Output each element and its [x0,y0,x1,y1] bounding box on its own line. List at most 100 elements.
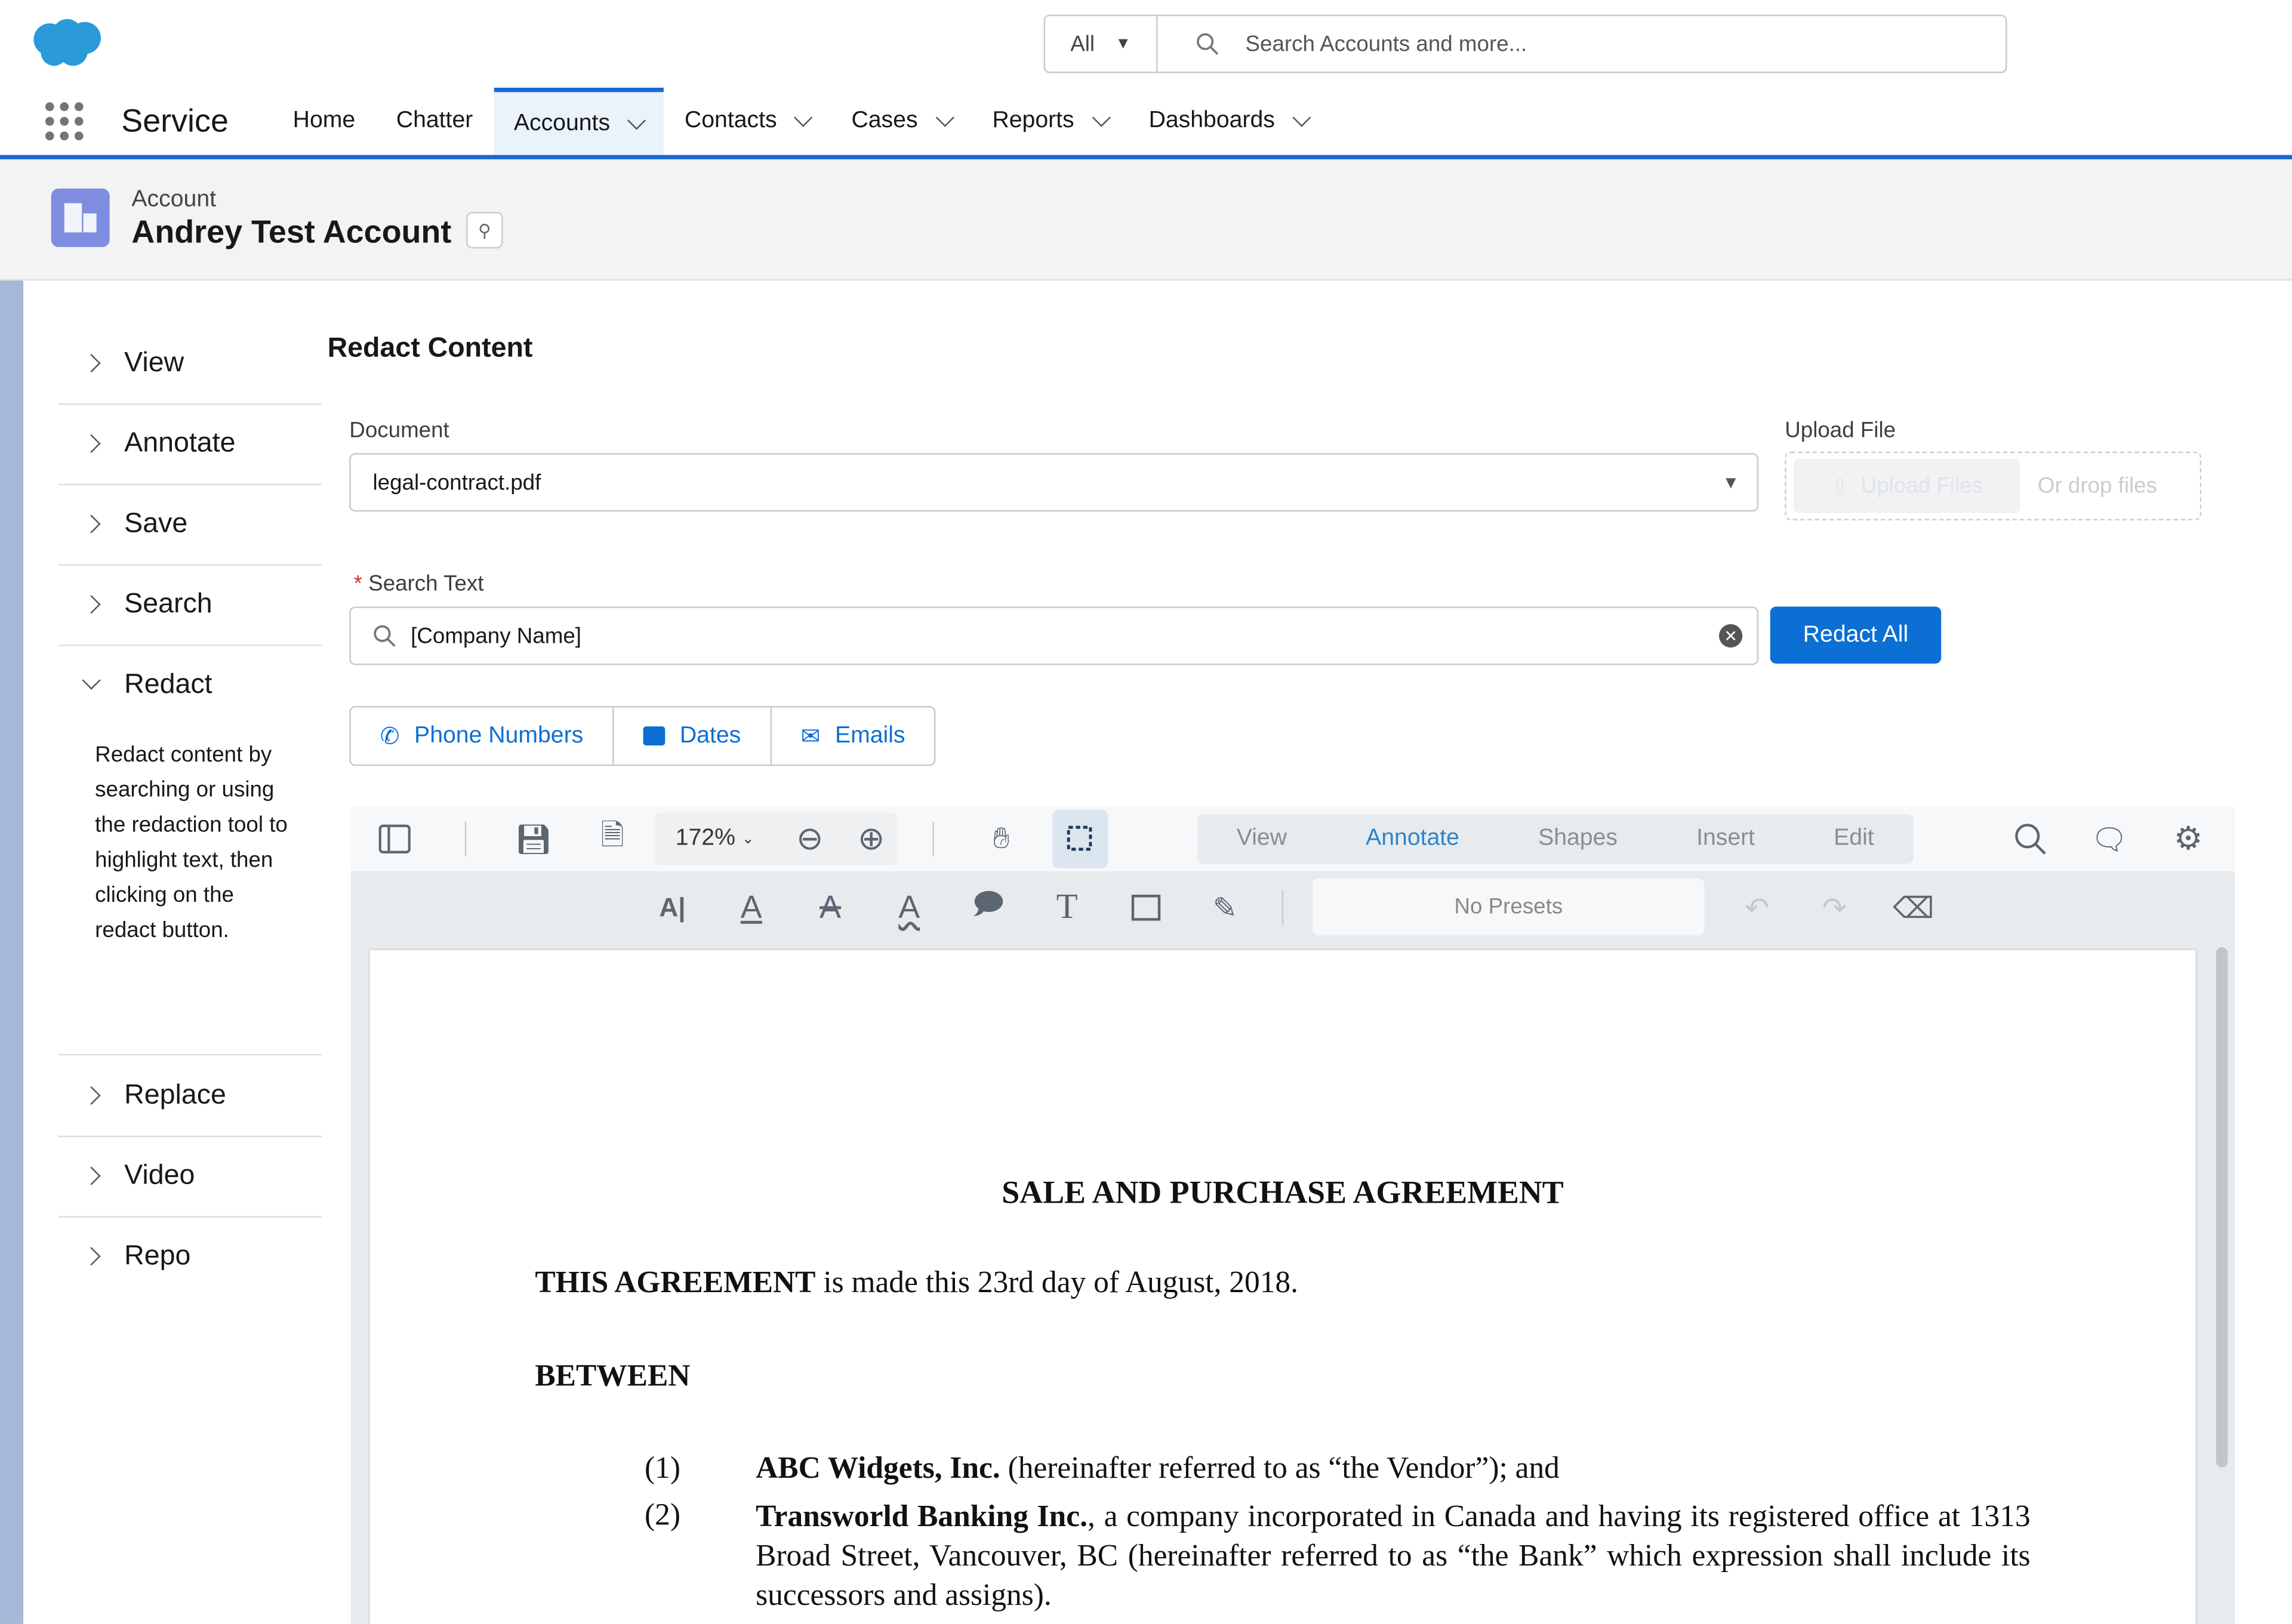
background-strip [0,281,23,1624]
tab-edit[interactable]: Edit [1834,826,1874,852]
salesforce-logo[interactable] [29,17,105,70]
chevron-down-icon: ⌄ [742,831,754,847]
button-label: Emails [835,723,905,749]
hierarchy-icon[interactable]: ⚲ [466,212,503,248]
search-text-label-text: Search Text [368,572,483,597]
sidebar-item-redact[interactable]: Redact [58,645,322,725]
nav-bar: Service Home Chatter Accounts Contacts C… [0,88,2292,155]
pen-icon[interactable]: ✎ [1207,890,1243,925]
sidebar-item-replace[interactable]: Replace [58,1055,322,1137]
upload-files-button[interactable]: ⇧Upload Files [1794,459,2020,513]
app-launcher-icon[interactable] [45,102,84,140]
chevron-down-icon[interactable] [1092,109,1110,127]
undo-icon[interactable]: ↶ [1739,890,1775,925]
nav-home[interactable]: Home [272,88,375,155]
sidebar-item-save[interactable]: Save [58,484,322,566]
strikeout-icon[interactable]: A [813,890,848,925]
between-heading: BETWEEN [535,1358,690,1394]
zoom-value: 172% [676,826,735,852]
nav-label: Cases [851,108,917,134]
nav-cases[interactable]: Cases [831,88,972,155]
chevron-right-icon [82,514,100,533]
search-text-input[interactable]: [Company Name] ✕ [349,606,1758,665]
nav-label: Home [293,108,356,134]
settings-gear-icon[interactable]: ⚙︎ [2171,821,2206,856]
sticky-note-icon[interactable]: 🗩 [971,890,1006,925]
caret-down-icon: ▼ [1722,472,1739,492]
save-icon[interactable]: 💾︎ [516,821,551,856]
document-label: Document [349,418,449,443]
annotation-toolbar: A| A A A 🗩 T ✎ No Presets ↶ ↷ ⌫ [351,871,2235,944]
sidebar-label: Replace [124,1080,226,1112]
divider [465,821,466,856]
file-settings-icon[interactable]: 🗎 [595,821,630,856]
nav-label: Accounts [514,110,610,137]
viewer-header: 💾︎ 🗎 172% ⌄ ⊖ ⊕ ✋︎ View Annotate Shapes … [351,807,2235,871]
sidebar-item-view[interactable]: View [58,323,322,405]
document-title: SALE AND PURCHASE AGREEMENT [370,1174,2196,1212]
underline-icon[interactable]: A [734,890,769,925]
tab-annotate[interactable]: Annotate [1366,826,1459,852]
intro-text: is made this 23rd day of August, 2018. [815,1264,1298,1299]
left-panel-icon[interactable] [377,821,412,856]
chevron-down-icon[interactable] [1293,109,1311,127]
sidebar-item-video[interactable]: Video [58,1136,322,1218]
emails-button[interactable]: ✉Emails [772,707,935,765]
pan-hand-icon[interactable]: ✋︎ [984,821,1019,856]
zoom-select[interactable]: 172% ⌄ [664,821,766,856]
zoom-out-icon[interactable]: ⊖ [792,821,827,856]
nav-dashboards[interactable]: Dashboards [1128,88,1329,155]
intro-bold: THIS AGREEMENT [535,1264,815,1299]
document-page: SALE AND PURCHASE AGREEMENT THIS AGREEME… [370,950,2196,1624]
party-number: (2) [645,1497,680,1533]
scrollbar[interactable] [2216,947,2228,1468]
button-label: Dates [680,723,741,749]
nav-reports[interactable]: Reports [972,88,1128,155]
drop-text: Or drop files [2038,473,2157,498]
text-tool-icon[interactable]: T [1049,890,1085,925]
upload-icon: ⇧ [1831,473,1849,499]
button-label: Phone Numbers [414,723,583,749]
region-select-icon[interactable] [1052,810,1108,868]
nav-chatter[interactable]: Chatter [376,88,494,155]
quick-redact-group: ✆Phone Numbers Dates ✉Emails [349,706,936,766]
phone-numbers-button[interactable]: ✆Phone Numbers [351,707,614,765]
sidebar-item-repo[interactable]: Repo [58,1216,322,1297]
file-dropzone[interactable]: ⇧Upload Files Or drop files [1785,452,2201,520]
search-input[interactable]: Search Accounts and more... [1158,16,2006,72]
nav-contacts[interactable]: Contacts [664,88,831,155]
chevron-down-icon[interactable] [628,110,646,129]
sidebar-item-annotate[interactable]: Annotate [58,403,322,485]
record-name: Andrey Test Account [131,214,451,252]
party-2: Transworld Banking Inc., a company incor… [756,1497,2031,1615]
nav-accounts[interactable]: Accounts [494,88,664,155]
search-icon [1196,32,1219,56]
upload-label: Upload File [1785,418,1896,443]
rectangle-icon[interactable] [1129,890,1164,925]
search-icon[interactable] [2013,821,2048,856]
tab-view[interactable]: View [1237,826,1287,852]
eraser-icon[interactable]: ⌫ [1896,890,1931,925]
required-marker: * [354,572,362,597]
sidebar-label: Search [124,588,212,621]
document-select[interactable]: legal-contract.pdf▼ [349,453,1758,511]
dates-button[interactable]: Dates [614,707,772,765]
tab-shapes[interactable]: Shapes [1538,826,1618,852]
clear-icon[interactable]: ✕ [1719,624,1742,648]
redo-icon[interactable]: ↷ [1817,890,1852,925]
comments-panel-icon[interactable]: 🗨︎ [2092,821,2127,856]
sidebar-item-search[interactable]: Search [58,564,322,646]
nav-label: Reports [992,108,1074,134]
sidebar-label: Annotate [124,427,235,460]
nav-label: Dashboards [1149,108,1275,134]
free-text-icon[interactable]: A| [655,890,690,925]
zoom-in-icon[interactable]: ⊕ [854,821,889,856]
party-number: (1) [645,1450,680,1486]
chevron-down-icon[interactable] [935,109,954,127]
chevron-down-icon[interactable] [794,109,813,127]
global-search: All▼ Search Accounts and more... [1044,14,2007,73]
search-scope-select[interactable]: All▼ [1045,16,1158,72]
tab-insert[interactable]: Insert [1696,826,1755,852]
squiggly-icon[interactable]: A [892,890,927,925]
redact-all-button[interactable]: Redact All [1770,606,1942,664]
